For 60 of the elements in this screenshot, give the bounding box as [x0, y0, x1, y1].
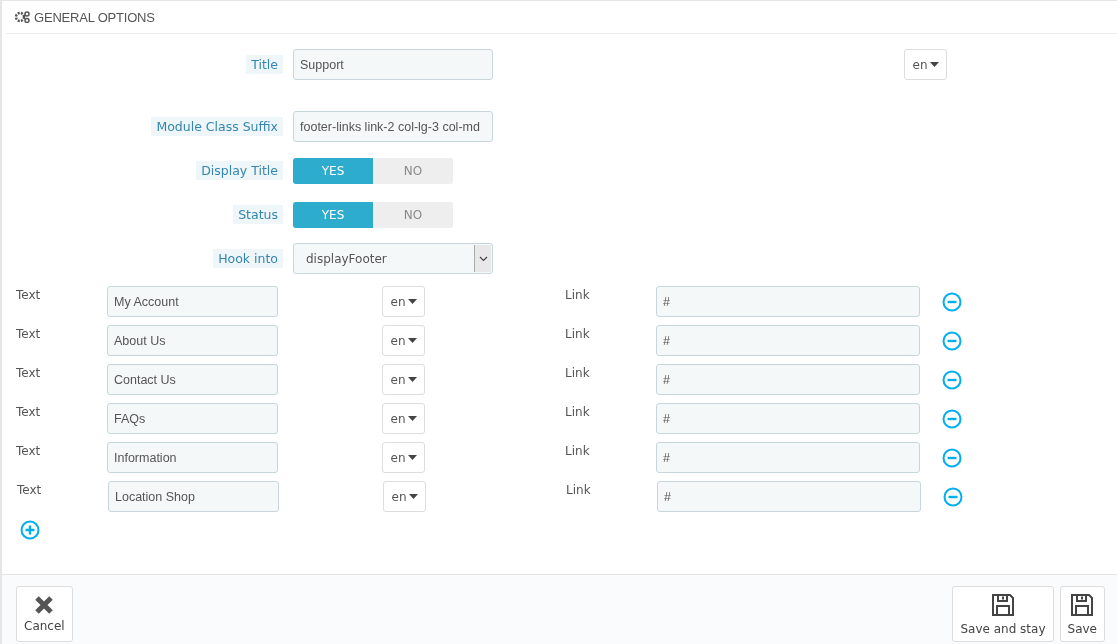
text-field[interactable]: footer-links link-2 col-lg-3 col-md: [293, 111, 493, 142]
field-label: Title: [246, 55, 283, 74]
chevron-down-icon: [478, 255, 488, 262]
remove-icon[interactable]: [942, 448, 962, 468]
link-text-field[interactable]: About Us: [107, 325, 278, 356]
panel-title: GENERAL OPTIONS: [34, 9, 155, 25]
remove-icon[interactable]: [942, 292, 962, 312]
link-url-field[interactable]: #: [657, 481, 921, 512]
text-field[interactable]: Support: [293, 49, 493, 80]
link-label: Link: [565, 287, 591, 303]
save-button[interactable]: Save: [1059, 586, 1105, 642]
language-dropdown[interactable]: en: [383, 481, 426, 512]
link-text-field[interactable]: Contact Us: [107, 364, 278, 395]
link-text-field[interactable]: FAQs: [107, 403, 278, 434]
cancel-button[interactable]: Cancel: [16, 586, 73, 642]
language-dropdown[interactable]: en: [382, 325, 425, 356]
caret-icon: [407, 338, 417, 343]
link-label: Link: [565, 404, 591, 420]
text-label: Text: [16, 365, 42, 381]
remove-icon[interactable]: [942, 370, 962, 390]
add-icon[interactable]: [20, 520, 40, 540]
link-url-field[interactable]: #: [656, 364, 920, 395]
link-url-field[interactable]: #: [656, 442, 920, 473]
link-url-field[interactable]: #: [656, 286, 920, 317]
save-and-stay-button[interactable]: Save and stay: [952, 586, 1054, 642]
language-dropdown[interactable]: en: [382, 364, 425, 395]
link-url-field[interactable]: #: [656, 403, 920, 434]
field-label: Status: [233, 205, 283, 224]
remove-icon[interactable]: [942, 409, 962, 429]
language-dropdown[interactable]: en: [382, 442, 425, 473]
language-dropdown[interactable]: en: [382, 403, 425, 434]
link-url-field[interactable]: #: [656, 325, 920, 356]
link-text-field[interactable]: My Account: [107, 286, 278, 317]
link-text-field[interactable]: Location Shop: [108, 481, 279, 512]
remove-icon[interactable]: [942, 331, 962, 351]
link-label: Link: [566, 482, 592, 498]
caret-icon: [407, 299, 417, 304]
language-dropdown[interactable]: en: [382, 286, 425, 317]
link-label: Link: [565, 443, 591, 459]
caret-icon: [407, 377, 417, 382]
close-icon: [35, 595, 54, 614]
language-dropdown[interactable]: en: [904, 49, 947, 80]
hook-select[interactable]: displayFooter: [293, 243, 493, 274]
caret-icon: [407, 416, 417, 421]
caret-icon: [929, 62, 939, 67]
text-label: Text: [16, 326, 42, 342]
link-text-field[interactable]: Information: [107, 442, 278, 473]
caret-icon: [408, 494, 418, 499]
text-label: Text: [16, 287, 42, 303]
link-label: Link: [565, 365, 591, 381]
field-label: Display Title: [196, 161, 283, 180]
gears-icon: [14, 11, 30, 23]
text-label: Text: [16, 404, 42, 420]
link-label: Link: [565, 326, 591, 342]
field-label: Hook into: [213, 249, 283, 268]
caret-icon: [407, 455, 417, 460]
remove-icon[interactable]: [943, 487, 963, 507]
text-label: Text: [17, 482, 43, 498]
field-label: Module Class Suffix: [151, 117, 283, 136]
text-label: Text: [16, 443, 42, 459]
